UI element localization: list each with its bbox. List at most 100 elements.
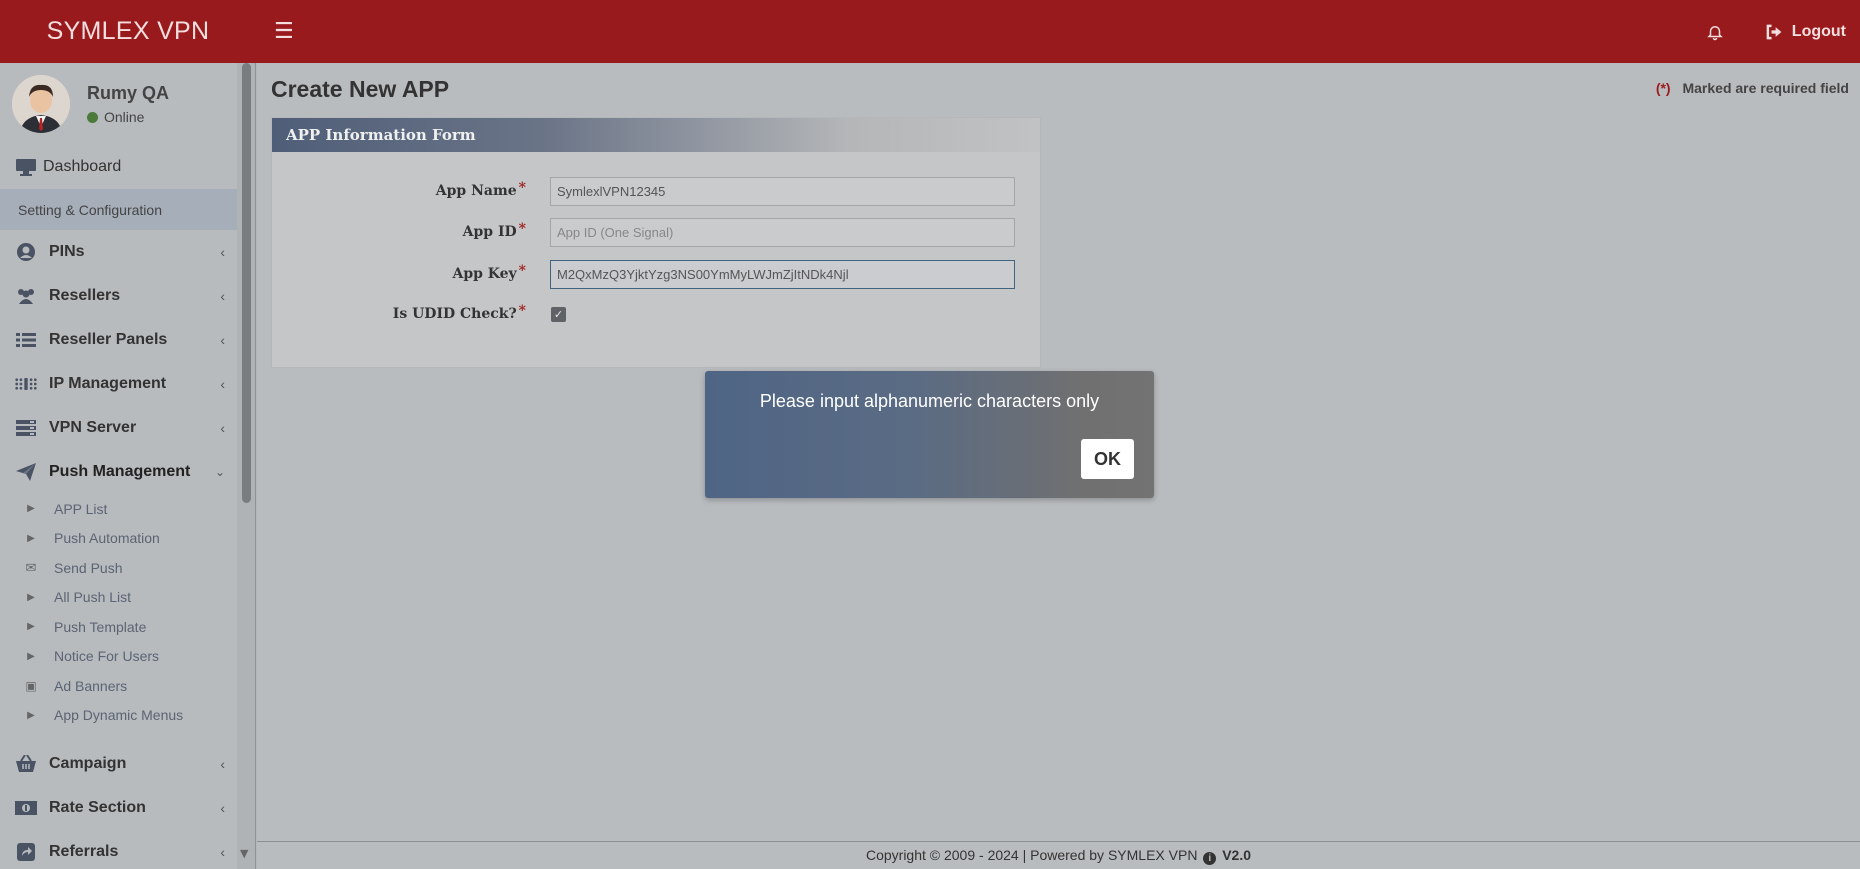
submenu-item-label: Ad Banners (54, 677, 128, 694)
image-icon: ▣ (25, 678, 37, 693)
app-id-label: App ID * (462, 221, 526, 240)
form-row-app-name: App Name * SymlexlVPN12345 (272, 177, 1042, 207)
sign-out-icon (1766, 24, 1782, 39)
sidebar-item-resellers[interactable]: Resellers ‹ (0, 274, 237, 318)
user-circle-icon (15, 242, 37, 262)
caret-right-icon: ▶ (27, 532, 35, 544)
footer-version: V2.0 (1222, 847, 1252, 863)
logout-button[interactable]: Logout (1764, 23, 1846, 41)
submenu-item-label: All Push List (54, 589, 132, 606)
alert-dialog: Please input alphanumeric characters onl… (705, 371, 1154, 498)
caret-right-icon: ▶ (27, 591, 35, 603)
logout-label: Logout (1791, 22, 1846, 40)
scroll-down-arrow-icon[interactable]: ▼ (240, 847, 248, 860)
app-name-label: App Name * (435, 180, 526, 199)
caret-right-icon: ▶ (27, 709, 35, 721)
submenu-item-label: Notice For Users (54, 648, 160, 665)
sidebar-scrollbar-thumb[interactable] (242, 63, 251, 503)
share-icon (15, 842, 37, 862)
sidebar-item-label: Campaign (49, 755, 127, 772)
submenu-item-label: App Dynamic Menus (54, 707, 184, 724)
app-key-label: App Key * (452, 263, 526, 282)
chevron-down-icon: ⌄ (214, 465, 225, 479)
top-navbar: SYMLEX VPN ☰ Logout (0, 0, 1860, 63)
brand-logo[interactable]: SYMLEX VPN (0, 17, 256, 46)
chevron-left-icon: ‹ (220, 420, 225, 436)
section-header: Setting & Configuration (0, 189, 237, 230)
submenu-item-push-template[interactable]: ▶ Push Template (0, 612, 237, 642)
hamburger-menu-icon[interactable]: ☰ (274, 19, 294, 44)
sidebar-item-campaign[interactable]: Campaign ‹ (0, 742, 237, 786)
form-title: APP Information Form (272, 118, 1040, 152)
dialog-message: Please input alphanumeric characters onl… (759, 391, 1100, 411)
avatar (12, 75, 70, 133)
sidebar-item-vpn-server[interactable]: VPN Server ‹ (0, 406, 237, 450)
caret-right-icon: ▶ (27, 503, 35, 515)
sidebar-item-referrals[interactable]: Referrals ‹ (0, 830, 237, 869)
app-name-input[interactable]: SymlexlVPN12345 (550, 177, 1015, 206)
submenu-item-all-push-list[interactable]: ▶ All Push List (0, 583, 237, 613)
user-name: Rumy QA (87, 83, 170, 103)
caret-right-icon: ▶ (27, 621, 35, 633)
ok-button[interactable]: OK (1081, 439, 1134, 479)
sidebar-item-label: Reseller Panels (49, 331, 168, 348)
list-icon (15, 330, 37, 350)
user-status: Online (87, 109, 169, 125)
chevron-left-icon: ‹ (220, 376, 225, 392)
ip-grid-icon (15, 374, 37, 394)
submenu-item-push-automation[interactable]: ▶ Push Automation (0, 524, 237, 554)
required-star: (*) (1655, 80, 1671, 96)
info-circle-icon: i (1203, 852, 1217, 865)
submenu-item-app-dynamic-menus[interactable]: ▶ App Dynamic Menus (0, 701, 237, 731)
submenu-item-ad-banners[interactable]: ▣ Ad Banners (0, 671, 237, 701)
sidebar-item-label: Resellers (49, 287, 121, 304)
bell-icon[interactable] (1706, 23, 1724, 41)
submenu-item-app-list[interactable]: ▶ APP List (0, 494, 237, 524)
form-row-udid-check: Is UDID Check? * ✓ (272, 300, 1042, 330)
paper-plane-icon (15, 462, 37, 482)
money-icon (15, 798, 37, 818)
app-key-input[interactable]: M2QxMzQ3YjktYzg3NS00YmMyLWJmZjItNDk4Njl (550, 260, 1015, 289)
form-row-app-id: App ID * App ID (One Signal) (272, 218, 1042, 248)
sidebar-item-ip-management[interactable]: IP Management ‹ (0, 362, 237, 406)
basket-icon (15, 754, 37, 774)
sidebar-item-dashboard[interactable]: Dashboard (0, 145, 237, 189)
required-note-text: Marked are required field (1682, 80, 1849, 96)
submenu-item-notice-for-users[interactable]: ▶ Notice For Users (0, 642, 237, 672)
page-title: Create New APP (271, 76, 450, 102)
app-id-input[interactable]: App ID (One Signal) (550, 218, 1015, 247)
footer-copyright: Copyright © 2009 - 2024 | Powered by SYM… (865, 847, 1198, 863)
submenu-item-label: Send Push (54, 559, 123, 576)
sidebar-item-label: IP Management (49, 375, 167, 392)
user-panel: Rumy QA Online (0, 63, 237, 145)
chevron-left-icon: ‹ (220, 244, 225, 260)
chevron-left-icon: ‹ (220, 800, 225, 816)
sidebar-item-label: VPN Server (49, 419, 137, 436)
online-dot-icon (87, 111, 98, 123)
push-submenu: ▶ APP List ▶ Push Automation ✉ Send Push ▶ A… (0, 494, 237, 730)
users-icon (15, 286, 37, 306)
monitor-icon (15, 157, 37, 177)
chevron-left-icon: ‹ (220, 288, 225, 304)
top-right-actions: Logout (1706, 23, 1860, 41)
chevron-left-icon: ‹ (220, 756, 225, 772)
sidebar-item-label: Referrals (49, 843, 119, 860)
sidebar-item-reseller-panels[interactable]: Reseller Panels ‹ (0, 318, 237, 362)
sidebar-item-push-management[interactable]: Push Management ⌄ (0, 450, 237, 494)
udid-checkbox[interactable]: ✓ (551, 307, 566, 322)
app-information-form: APP Information Form App Name * SymlexlVP… (271, 117, 1041, 368)
submenu-item-label: APP List (54, 500, 108, 517)
sidebar: Rumy QA Online Dashboard Setting & Confi… (0, 63, 256, 869)
footer: Copyright © 2009 - 2024 | Powered by SYM… (257, 841, 1860, 869)
form-row-app-key: App Key * M2QxMzQ3YjktYzg3NS00YmMyLWJmZjI… (272, 260, 1042, 290)
sidebar-item-label: Dashboard (43, 158, 122, 175)
sidebar-item-pins[interactable]: PINs ‹ (0, 230, 237, 274)
submenu-item-label: Push Template (54, 618, 147, 635)
sidebar-item-label: Rate Section (49, 799, 146, 816)
udid-check-label: Is UDID Check? * (392, 303, 526, 322)
submenu-item-send-push[interactable]: ✉ Send Push (0, 553, 237, 583)
sidebar-item-rate-section[interactable]: Rate Section ‹ (0, 786, 237, 830)
submenu-item-label: Push Automation (54, 530, 160, 547)
chevron-left-icon: ‹ (220, 844, 225, 860)
required-note: (*) Marked are required field (1656, 80, 1849, 96)
